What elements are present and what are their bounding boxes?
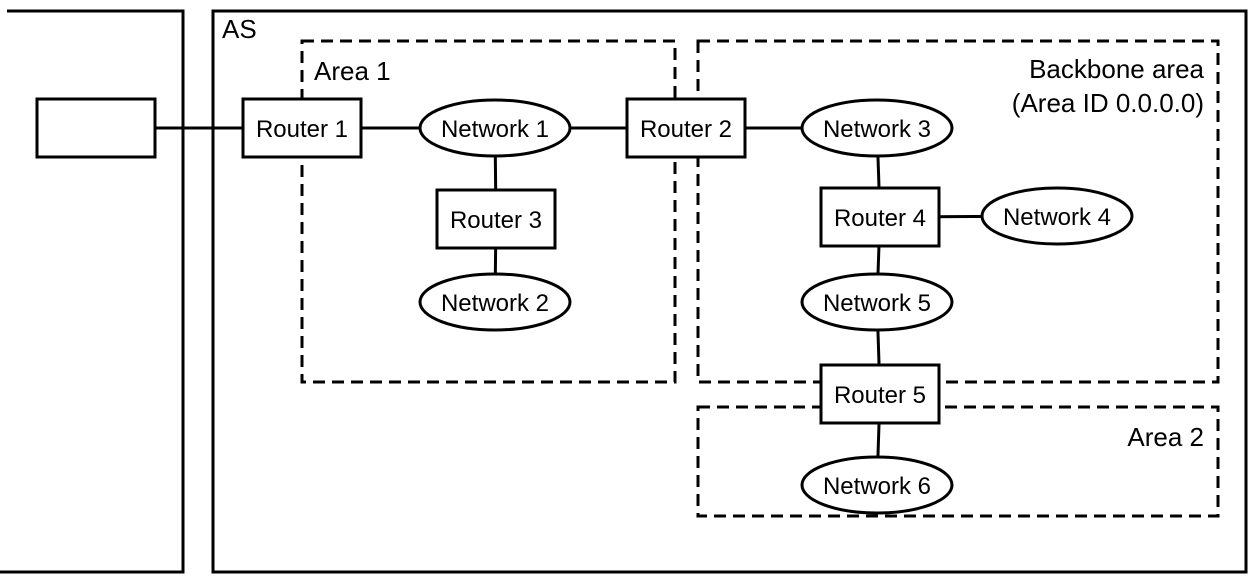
- router-label: Router 5: [834, 382, 926, 409]
- network-2: Network 2: [418, 272, 572, 332]
- external-as-frame: [0, 9, 185, 574]
- network-6: Network 6: [800, 455, 954, 515]
- network-label: Network 3: [823, 116, 931, 143]
- network-label: Network 2: [441, 290, 549, 317]
- area-2-label: Area 2: [1127, 422, 1204, 452]
- network-label: Network 1: [441, 116, 549, 143]
- router-label: Router 3: [450, 207, 542, 234]
- backbone-area-label: Backbone area: [1029, 54, 1204, 84]
- router-1: Router 1: [241, 97, 363, 159]
- backbone-area-id-label: (Area ID 0.0.0.0): [1012, 88, 1204, 118]
- router-label: Router 2: [640, 116, 732, 143]
- nodes: Router 1 Router 2 Router 3 Router 4 Router 5…: [35, 97, 1134, 515]
- ospf-area-diagram: AS Area 1 Backbone area (Area ID 0.0.0.0…: [0, 9, 1248, 574]
- external-router: [35, 97, 157, 159]
- as-label: AS: [222, 14, 257, 44]
- network-3: Network 3: [800, 98, 954, 158]
- area-1-label: Area 1: [314, 56, 391, 86]
- network-1: Network 1: [418, 98, 572, 158]
- router-2: Router 2: [625, 97, 747, 159]
- network-5: Network 5: [800, 272, 954, 332]
- network-label: Network 5: [823, 290, 931, 317]
- router-4: Router 4: [819, 186, 941, 248]
- router-label: Router 4: [834, 205, 926, 232]
- network-4: Network 4: [980, 186, 1134, 246]
- router-label: Router 1: [256, 116, 348, 143]
- network-label: Network 6: [823, 473, 931, 500]
- router-3: Router 3: [435, 188, 557, 250]
- network-label: Network 4: [1003, 204, 1111, 231]
- router-5: Router 5: [819, 363, 941, 425]
